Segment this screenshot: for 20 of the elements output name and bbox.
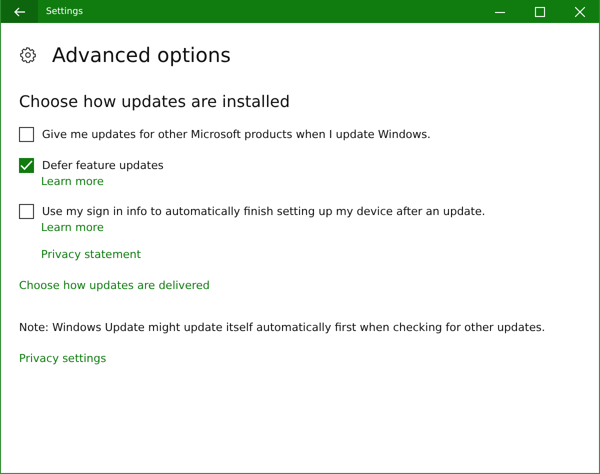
checkbox[interactable]: [19, 127, 34, 142]
section-title: Choose how updates are installed: [19, 92, 290, 111]
checkbox[interactable]: [19, 158, 34, 173]
window-title: Settings: [46, 6, 83, 16]
note-text: Note: Windows Update might update itself automatically first when checking for other updates.: [19, 321, 546, 334]
back-arrow-icon: [14, 6, 26, 16]
settings-icon: [20, 47, 36, 63]
checkbox-label: Give me updates for other Microsoft products when I update Windows.: [42, 128, 431, 141]
delivery-link[interactable]: Choose how updates are delivered: [19, 279, 210, 292]
learn-more-link[interactable]: Learn more: [41, 221, 104, 234]
privacy-statement-link[interactable]: Privacy statement: [41, 248, 141, 261]
back-button[interactable]: [1, 0, 38, 23]
checkbox-label: Use my sign in info to automatically finish setting up my device after an update.: [42, 205, 486, 218]
maximize-icon: [535, 6, 545, 16]
checkbox[interactable]: [19, 204, 34, 219]
close-icon: [575, 6, 585, 16]
privacy-settings-link[interactable]: Privacy settings: [19, 352, 106, 365]
page-title: Advanced options: [52, 43, 231, 67]
learn-more-link[interactable]: Learn more: [41, 175, 104, 188]
checkbox-label: Defer feature updates: [42, 159, 164, 172]
